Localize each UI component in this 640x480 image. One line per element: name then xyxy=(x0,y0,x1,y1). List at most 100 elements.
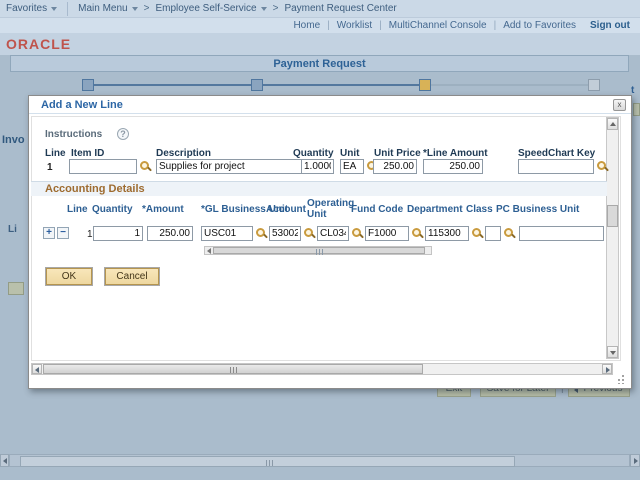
col-department: Department xyxy=(407,204,463,215)
hidden-button-fragment xyxy=(8,282,24,295)
train-stop-2[interactable] xyxy=(251,79,263,91)
speedchart-lookup-icon[interactable] xyxy=(596,160,609,173)
multichannel-console-link[interactable]: MultiChannel Console xyxy=(382,20,494,31)
favorites-label: Favorites xyxy=(6,3,48,14)
description-label: Description xyxy=(156,148,212,159)
worklist-link[interactable]: Worklist xyxy=(330,20,379,31)
chevron-down-icon xyxy=(51,6,58,11)
row-operating-unit-field[interactable] xyxy=(317,226,349,241)
cancel-button[interactable]: Cancel xyxy=(105,268,159,285)
col-class: Class xyxy=(466,204,493,215)
row-gl-business-unit-field[interactable] xyxy=(201,226,253,241)
item-id-field[interactable] xyxy=(69,159,137,174)
row-pc-business-unit-field[interactable] xyxy=(519,226,604,241)
gl-business-unit-lookup-icon[interactable] xyxy=(255,227,268,240)
train-stop-1[interactable] xyxy=(82,79,94,91)
department-lookup-icon[interactable] xyxy=(471,227,484,240)
scroll-left-button[interactable] xyxy=(0,454,9,467)
unit-price-label: Unit Price xyxy=(374,148,421,159)
scrollbar-track[interactable] xyxy=(9,454,630,467)
home-link[interactable]: Home xyxy=(286,20,327,31)
logo-band: ORACLE xyxy=(0,33,640,55)
line-label-fragment: Li xyxy=(8,224,17,235)
scroll-right-button[interactable] xyxy=(630,454,640,467)
unit-price-field[interactable] xyxy=(373,159,417,174)
col-amount: *Amount xyxy=(142,204,184,215)
breadcrumb-item-label: Payment Request Center xyxy=(284,3,397,14)
scroll-left-button[interactable] xyxy=(32,364,42,374)
scroll-up-button[interactable] xyxy=(607,118,618,130)
dialog-horizontal-scrollbar[interactable] xyxy=(31,363,613,375)
col-fund-code: Fund Code xyxy=(351,204,404,215)
resize-grip[interactable] xyxy=(616,375,625,384)
chevron-down-icon xyxy=(260,6,267,11)
scroll-right-button[interactable] xyxy=(602,364,612,374)
class-lookup-icon[interactable] xyxy=(503,227,516,240)
page-title-bar: Payment Request xyxy=(10,55,629,72)
speedchart-key-label: SpeedChart Key xyxy=(518,148,596,159)
instructions-label: Instructions xyxy=(45,129,103,140)
add-to-favorites-link[interactable]: Add to Favorites xyxy=(496,20,583,31)
quantity-field[interactable] xyxy=(301,159,334,174)
train-segment-complete xyxy=(94,84,251,86)
main-menu-label: Main Menu xyxy=(78,3,128,14)
delete-row-button[interactable]: − xyxy=(57,227,69,239)
breadcrumb-item-employee-self-service[interactable]: Employee Self-Service xyxy=(149,3,272,14)
line-label: Line xyxy=(45,148,66,159)
main-menu[interactable]: Main Menu xyxy=(72,3,143,14)
help-icon[interactable]: ? xyxy=(117,128,129,140)
row-class-field[interactable] xyxy=(485,226,501,241)
scrollbar-thumb[interactable] xyxy=(607,205,618,227)
sign-out-link[interactable]: Sign out xyxy=(583,20,640,31)
breadcrumb-item-payment-request-center[interactable]: Payment Request Center xyxy=(278,3,402,14)
top-nav: Home | Worklist | MultiChannel Console |… xyxy=(0,18,640,33)
oracle-logo: ORACLE xyxy=(6,36,72,52)
hidden-button-fragment xyxy=(633,103,640,116)
favorites-menu[interactable]: Favorites xyxy=(0,3,63,14)
application-window: Favorites Main Menu > Employee Self-Serv… xyxy=(0,0,640,480)
page-horizontal-scrollbar[interactable] xyxy=(0,454,640,467)
line-amount-field[interactable] xyxy=(423,159,483,174)
description-field[interactable] xyxy=(156,159,306,174)
train-segment-complete xyxy=(263,84,419,86)
fund-code-lookup-icon[interactable] xyxy=(411,227,424,240)
dialog-vertical-scrollbar[interactable] xyxy=(606,117,619,359)
col-quantity: Quantity xyxy=(92,204,133,215)
col-account: Account xyxy=(266,204,306,215)
accounting-details-title: Accounting Details xyxy=(45,183,145,195)
train-stop-3-current[interactable] xyxy=(419,79,431,91)
quantity-label: Quantity xyxy=(293,148,334,159)
dialog-title-bar: Add a New Line x xyxy=(29,96,631,114)
row-line-number: 1 xyxy=(87,229,93,240)
account-lookup-icon[interactable] xyxy=(303,227,316,240)
speedchart-key-field[interactable] xyxy=(518,159,594,174)
row-quantity-field[interactable] xyxy=(93,226,143,241)
scrollbar-thumb[interactable] xyxy=(43,364,423,374)
scroll-down-button[interactable] xyxy=(607,346,618,358)
unit-field[interactable] xyxy=(340,159,364,174)
item-id-lookup-icon[interactable] xyxy=(139,160,152,173)
add-new-line-dialog: Add a New Line x Instructions ? Line Ite… xyxy=(28,95,632,389)
train-stop-4[interactable] xyxy=(588,79,600,91)
chevron-down-icon xyxy=(131,6,138,11)
row-amount-field[interactable] xyxy=(147,226,193,241)
col-pc-business-unit: PC Business Unit xyxy=(496,204,580,215)
breadcrumb-item-label: Employee Self-Service xyxy=(155,3,257,14)
item-id-label: Item ID xyxy=(71,148,105,159)
divider xyxy=(67,1,69,16)
row-fund-code-field[interactable] xyxy=(365,226,409,241)
accounting-details-section[interactable]: Accounting Details xyxy=(31,181,607,196)
close-icon[interactable]: x xyxy=(613,99,626,111)
add-row-button[interactable]: + xyxy=(43,227,55,239)
row-account-field[interactable] xyxy=(269,226,301,241)
scrollbar-thumb[interactable] xyxy=(20,456,515,467)
grid-horizontal-scrollbar[interactable] xyxy=(204,246,432,255)
scrollbar-thumb[interactable] xyxy=(213,247,425,255)
train-segment-upcoming xyxy=(431,84,588,86)
line-amount-label: *Line Amount xyxy=(423,148,488,159)
ok-button[interactable]: OK xyxy=(46,268,92,285)
col-line: Line xyxy=(67,204,88,215)
operating-unit-lookup-icon[interactable] xyxy=(351,227,364,240)
row-department-field[interactable] xyxy=(425,226,469,241)
page-title: Payment Request xyxy=(273,57,366,70)
